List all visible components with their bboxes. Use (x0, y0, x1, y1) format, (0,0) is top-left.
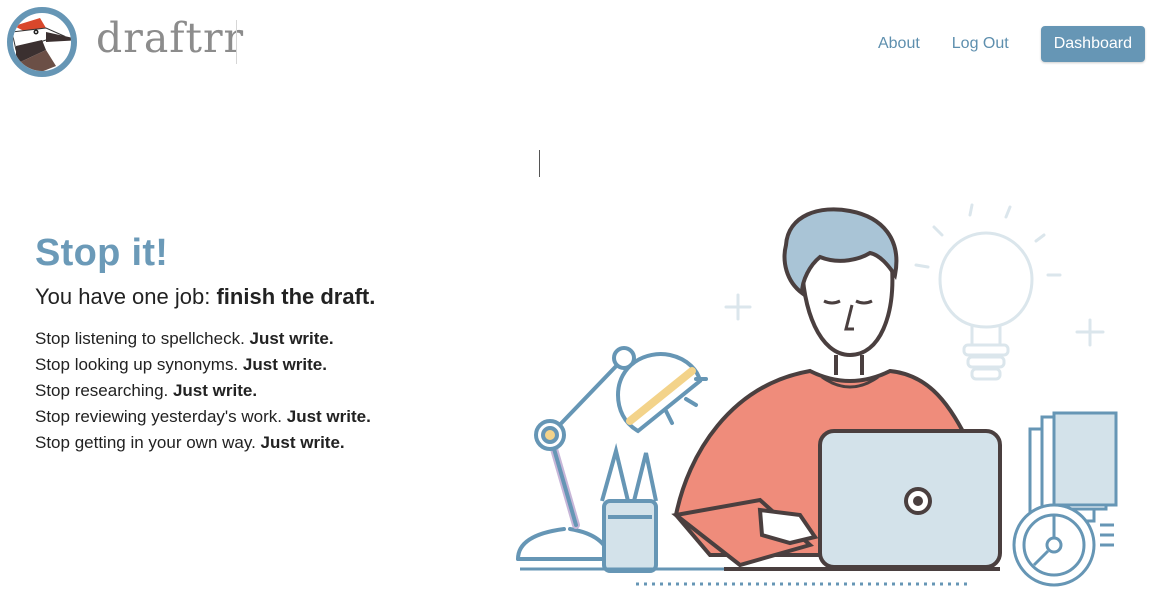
list-item-emphasis: Just write. (242, 355, 327, 374)
light-bulb-icon (724, 203, 1105, 381)
hero-subtitle-prefix: You have one job: (35, 284, 217, 309)
list-item: Stop reviewing yesterday's work. Just wr… (35, 404, 495, 430)
brand-logo[interactable] (6, 6, 78, 78)
dashboard-button[interactable]: Dashboard (1040, 26, 1145, 62)
list-item: Stop looking up synonyms. Just write. (35, 352, 495, 378)
nav-about-link[interactable]: About (878, 35, 920, 53)
woodpecker-logo-icon (7, 7, 77, 77)
text-caret (236, 20, 237, 64)
stop-list: Stop listening to spellcheck. Just write… (35, 326, 495, 456)
pencil-cup-icon (600, 443, 658, 573)
hero-subtitle: You have one job: finish the draft. (35, 284, 495, 310)
list-item-emphasis: Just write. (249, 329, 334, 348)
hero-section: Stop it! You have one job: finish the dr… (35, 232, 495, 456)
page: draftrr About Log Out Dashboard Stop it!… (0, 0, 1159, 600)
person-laptop-illustration (516, 203, 1118, 587)
top-nav: About Log Out Dashboard (878, 26, 1145, 62)
list-item-text: Stop looking up synonyms. (35, 355, 243, 374)
list-item-emphasis: Just write. (286, 407, 371, 426)
clock-icon (1012, 503, 1096, 587)
list-item-text: Stop getting in your own way. (35, 433, 261, 452)
list-item: Stop listening to spellcheck. Just write… (35, 326, 495, 352)
list-item: Stop getting in your own way. Just write… (35, 430, 495, 456)
list-item-emphasis: Just write. (260, 433, 345, 452)
list-item: Stop researching. Just write. (35, 378, 495, 404)
text-cursor (539, 150, 540, 177)
list-item-text: Stop researching. (35, 381, 173, 400)
list-item-emphasis: Just write. (172, 381, 258, 400)
hero-subtitle-bold: finish the draft. (216, 284, 376, 309)
nav-logout-link[interactable]: Log Out (952, 35, 1009, 53)
list-item-text: Stop reviewing yesterday's work. (35, 407, 287, 426)
hero-title: Stop it! (35, 232, 169, 274)
person-head (782, 207, 899, 375)
brand-name[interactable]: draftrr (96, 14, 244, 62)
list-item-text: Stop listening to spellcheck. (35, 329, 250, 348)
